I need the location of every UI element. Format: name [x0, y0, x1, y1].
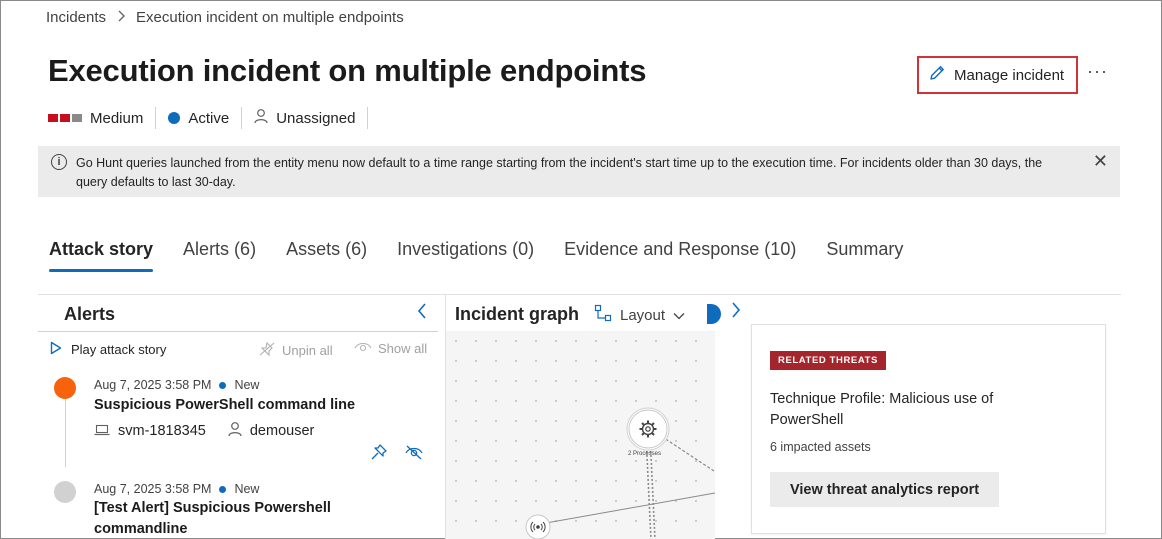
laptop-icon: [94, 423, 110, 439]
chevron-left-icon[interactable]: [416, 301, 428, 327]
related-threats-badge: RELATED THREATS: [770, 351, 886, 370]
tab-evidence-and-response[interactable]: Evidence and Response (10): [564, 239, 796, 272]
alert-meta: Aug 7, 2025 3:58 PM New: [94, 482, 259, 496]
play-attack-story-label: Play attack story: [71, 342, 167, 357]
banner-text: Go Hunt queries launched from the entity…: [76, 156, 1043, 189]
severity-bars-icon: [48, 114, 82, 122]
person-icon: [228, 421, 242, 440]
user-name[interactable]: demouser: [250, 423, 314, 439]
tab-bar: Attack story Alerts (6) Assets (6) Inves…: [49, 239, 903, 272]
pin-icon[interactable]: [370, 443, 388, 466]
hide-eye-icon[interactable]: [404, 444, 424, 465]
threat-title[interactable]: Technique Profile: Malicious use of Powe…: [770, 389, 1070, 431]
graph-node-label: 2 Processes: [628, 451, 662, 457]
show-all-button[interactable]: Show all: [354, 341, 427, 356]
graph-canvas[interactable]: 2 Processes: [446, 331, 715, 539]
alert-status: New: [234, 378, 260, 392]
tab-attack-story[interactable]: Attack story: [49, 239, 154, 272]
unpin-all-button[interactable]: Unpin all: [258, 341, 333, 360]
alerts-panel: Alerts Play attack story Unpin all Show …: [38, 295, 438, 539]
manage-incident-button[interactable]: Manage incident: [917, 56, 1078, 94]
breadcrumb-incidents-link[interactable]: Incidents: [46, 9, 106, 26]
alert-meta: Aug 7, 2025 3:58 PM New: [94, 378, 259, 392]
new-status-icon: [219, 381, 227, 389]
timeline-connector: [65, 399, 66, 467]
status-label: Active: [188, 109, 230, 127]
tab-alerts[interactable]: Alerts (6): [183, 239, 256, 272]
active-status-icon: [168, 112, 181, 124]
tab-summary[interactable]: Summary: [826, 239, 903, 272]
page-title: Execution incident on multiple endpoints: [48, 53, 647, 88]
info-banner: i Go Hunt queries launched from the enti…: [38, 146, 1120, 197]
chevron-right-icon: [116, 10, 126, 25]
breadcrumb-current: Execution incident on multiple endpoints: [136, 9, 404, 26]
divider: [38, 331, 438, 332]
graph-control-icon[interactable]: [707, 304, 721, 324]
chevron-right-icon[interactable]: [730, 300, 742, 326]
more-options-icon[interactable]: ···: [1087, 61, 1108, 82]
incident-graph-heading: Incident graph: [455, 304, 580, 324]
show-all-label: Show all: [378, 341, 428, 356]
alert-title[interactable]: Suspicious PowerShell command line: [94, 395, 355, 416]
alert-timestamp: Aug 7, 2025 3:58 PM: [94, 482, 212, 496]
related-threats-card: RELATED THREATS Technique Profile: Malic…: [751, 324, 1106, 534]
alerts-panel-heading: Alerts: [64, 304, 116, 324]
impacted-assets-count: 6 impacted assets: [770, 440, 871, 454]
view-threat-analytics-button[interactable]: View threat analytics report: [770, 472, 999, 507]
tab-investigations[interactable]: Investigations (0): [397, 239, 534, 272]
status-badge: Active: [168, 107, 243, 129]
alert-entities: svm-1818345 demouser: [94, 421, 314, 440]
alert-status: New: [234, 482, 260, 496]
info-icon: i: [51, 154, 67, 170]
graph-node-ring: [628, 409, 668, 449]
alert-title[interactable]: [Test Alert] Suspicious Powershell comma…: [94, 498, 374, 539]
alert-severity-icon: [54, 481, 76, 503]
assignee-badge: Unassigned: [254, 107, 369, 129]
alert-timestamp: Aug 7, 2025 3:58 PM: [94, 378, 212, 392]
assignee-label: Unassigned: [276, 109, 356, 127]
graph-edge: [545, 492, 715, 524]
unpin-all-label: Unpin all: [282, 343, 333, 358]
tab-assets[interactable]: Assets (6): [286, 239, 367, 272]
chevron-down-icon: [673, 307, 685, 324]
layout-dropdown[interactable]: Layout: [594, 304, 685, 326]
status-row: Medium Active Unassigned: [48, 107, 369, 129]
incident-graph-panel: Incident graph Layout 2 Processes: [445, 295, 715, 539]
play-icon: [50, 341, 62, 358]
new-status-icon: [219, 485, 227, 493]
layout-icon: [594, 304, 612, 326]
pencil-icon: [928, 64, 946, 86]
unpin-icon: [258, 341, 276, 360]
manage-incident-label: Manage incident: [954, 66, 1065, 84]
breadcrumb: Incidents Execution incident on multiple…: [46, 9, 404, 26]
device-name[interactable]: svm-1818345: [118, 423, 206, 439]
close-icon[interactable]: ✕: [1093, 152, 1108, 171]
layout-label: Layout: [620, 306, 666, 324]
severity-badge: Medium: [48, 107, 157, 129]
play-attack-story-button[interactable]: Play attack story: [50, 341, 166, 358]
person-icon: [254, 108, 268, 128]
alert-severity-icon: [54, 377, 76, 399]
eye-icon: [354, 341, 372, 356]
severity-label: Medium: [90, 109, 144, 127]
